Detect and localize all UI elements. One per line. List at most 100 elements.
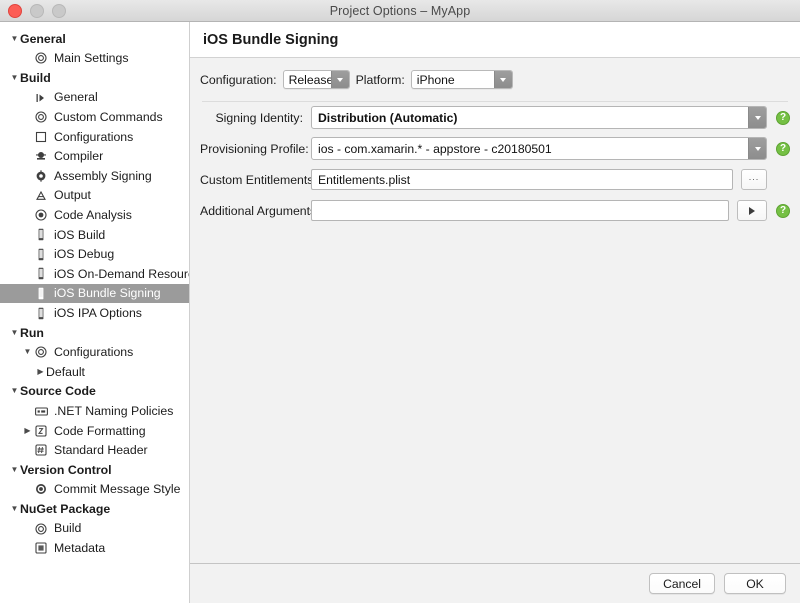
help-icon[interactable]: ? (776, 204, 790, 218)
sidebar-item-main-settings[interactable]: ▸Main Settings (0, 49, 189, 69)
sidebar-item-label: Source Code (20, 385, 96, 397)
sidebar-item-ios-ipa-options[interactable]: ▸iOS IPA Options (0, 303, 189, 323)
sidebar-item-build[interactable]: ▼Build (0, 68, 189, 88)
disclosure-spacer: ▸ (22, 94, 33, 102)
platform-value: iPhone (412, 73, 475, 87)
sidebar-item-nuget-package[interactable]: ▼NuGet Package (0, 499, 189, 519)
compiler-icon (33, 149, 49, 163)
signing-identity-dropdown[interactable]: Distribution (Automatic) (311, 106, 767, 129)
gear-icon (33, 51, 49, 65)
sidebar-item-source-code[interactable]: ▼Source Code (0, 382, 189, 402)
sidebar-item-label: iOS Debug (54, 248, 114, 260)
provisioning-profile-dropdown[interactable]: ios - com.xamarin.* - appstore - c201805… (311, 137, 767, 160)
sidebar-item-custom-commands[interactable]: ▸Custom Commands (0, 107, 189, 127)
disclosure-collapsed-icon[interactable]: ▶ (22, 427, 33, 435)
output-icon (33, 189, 49, 203)
platform-dropdown[interactable]: iPhone (411, 70, 513, 89)
sidebar-item-commit-message-style[interactable]: ▸Commit Message Style (0, 480, 189, 500)
main-panel: iOS Bundle Signing Configuration: Releas… (190, 22, 800, 603)
sidebar-item-default[interactable]: ▶Default (0, 362, 189, 382)
sidebar-item-code-formatting[interactable]: ▶Code Formatting (0, 421, 189, 441)
settings-sidebar[interactable]: ▼General▸Main Settings▼Build▸General▸Cus… (0, 22, 190, 603)
assembly-icon (33, 169, 49, 183)
device-icon (33, 247, 49, 261)
maximize-window-icon[interactable] (52, 4, 66, 18)
gear-icon (33, 345, 49, 359)
disclosure-expanded-icon[interactable]: ▼ (9, 74, 20, 82)
configuration-dropdown[interactable]: Release (283, 70, 350, 89)
custom-entitlements-input[interactable] (311, 169, 733, 190)
project-options-window: Project Options – MyApp ▼General▸Main Se… (0, 0, 800, 603)
chevron-down-icon (748, 107, 766, 128)
sidebar-item-label: Main Settings (54, 52, 129, 64)
field-row-additional-arguments: Additional Arguments:? (190, 195, 800, 226)
expand-arguments-button[interactable] (737, 200, 767, 221)
sidebar-item-label: Assembly Signing (54, 170, 152, 182)
sidebar-item-label: General (20, 33, 66, 45)
provisioning-profile-value: ios - com.xamarin.* - appstore - c201805… (312, 142, 574, 156)
disclosure-spacer: ▸ (22, 309, 33, 317)
sidebar-item-ios-debug[interactable]: ▸ iOS Debug (0, 245, 189, 265)
sidebar-item-code-analysis[interactable]: ▸ Code Analysis (0, 205, 189, 225)
sidebar-item-compiler[interactable]: ▸Compiler (0, 147, 189, 167)
dialog-footer: Cancel OK (190, 563, 800, 603)
disclosure-expanded-icon[interactable]: ▼ (22, 348, 33, 356)
sidebar-item-ios-bundle-signing[interactable]: ▸iOS Bundle Signing (0, 284, 189, 304)
help-icon[interactable]: ? (776, 142, 790, 156)
help-icon[interactable]: ? (776, 111, 790, 125)
sidebar-item-label: Build (20, 72, 51, 84)
additional-arguments-input[interactable] (311, 200, 729, 221)
disclosure-spacer: ▸ (22, 211, 33, 219)
provisioning-profile-label: Provisioning Profile: (200, 142, 311, 156)
sidebar-item-label: Metadata (54, 542, 105, 554)
sidebar-item-output[interactable]: ▸Output (0, 186, 189, 206)
disclosure-expanded-icon[interactable]: ▼ (9, 505, 20, 513)
sidebar-item-assembly-signing[interactable]: ▸Assembly Signing (0, 166, 189, 186)
sidebar-item-ios-build[interactable]: ▸iOS Build (0, 225, 189, 245)
sidebar-item-configurations[interactable]: ▸Configurations (0, 127, 189, 147)
device-icon (33, 306, 49, 320)
sidebar-item-label: .NET Naming Policies (54, 405, 173, 417)
ok-button[interactable]: OK (724, 573, 786, 594)
sidebar-item-net-naming-policies[interactable]: ▸.NET Naming Policies (0, 401, 189, 421)
cancel-button[interactable]: Cancel (649, 573, 715, 594)
sidebar-item-metadata[interactable]: ▸Metadata (0, 538, 189, 558)
browse-button[interactable]: ... (741, 169, 767, 190)
disclosure-spacer: ▸ (22, 290, 33, 298)
sidebar-item-configurations[interactable]: ▼Configurations (0, 343, 189, 363)
sidebar-item-general[interactable]: ▼General (0, 29, 189, 49)
square-icon (33, 130, 49, 144)
formatting-icon (33, 424, 49, 438)
configuration-value: Release (284, 73, 336, 87)
sidebar-item-run[interactable]: ▼Run (0, 323, 189, 343)
sidebar-item-label: Code Analysis (54, 209, 132, 221)
close-window-icon[interactable] (8, 4, 22, 18)
minimize-window-icon[interactable] (30, 4, 44, 18)
sidebar-item-label: iOS On-Demand Resources (54, 268, 190, 280)
sidebar-item-version-control[interactable]: ▼Version Control (0, 460, 189, 480)
disclosure-expanded-icon[interactable]: ▼ (9, 387, 20, 395)
sidebar-item-label: General (54, 91, 98, 103)
commit-icon (33, 482, 49, 496)
sidebar-item-label: Version Control (20, 464, 112, 476)
sidebar-item-label: NuGet Package (20, 503, 110, 515)
sidebar-item-ios-on-demand-resources[interactable]: ▸iOS On-Demand Resources (0, 264, 189, 284)
gear-icon (33, 110, 49, 124)
disclosure-spacer: ▸ (22, 113, 33, 121)
disclosure-spacer: ▸ (22, 446, 33, 454)
disclosure-expanded-icon[interactable]: ▼ (9, 329, 20, 337)
sidebar-item-standard-header[interactable]: ▸ Standard Header (0, 440, 189, 460)
sidebar-item-label: Standard Header (54, 444, 148, 456)
traffic-light-buttons (0, 4, 66, 18)
panel-header: iOS Bundle Signing (190, 22, 800, 58)
field-row-custom-entitlements: Custom Entitlements:... (190, 164, 800, 195)
disclosure-expanded-icon[interactable]: ▼ (9, 35, 20, 43)
disclosure-spacer: ▸ (22, 250, 33, 258)
device-icon (33, 228, 49, 242)
disclosure-expanded-icon[interactable]: ▼ (9, 466, 20, 474)
sidebar-item-build[interactable]: ▸Build (0, 519, 189, 539)
disclosure-spacer: ▸ (22, 485, 33, 493)
sidebar-item-general[interactable]: ▸ General (0, 88, 189, 108)
disclosure-collapsed-icon[interactable]: ▶ (35, 368, 46, 376)
ellipsis-icon: ... (749, 173, 760, 182)
